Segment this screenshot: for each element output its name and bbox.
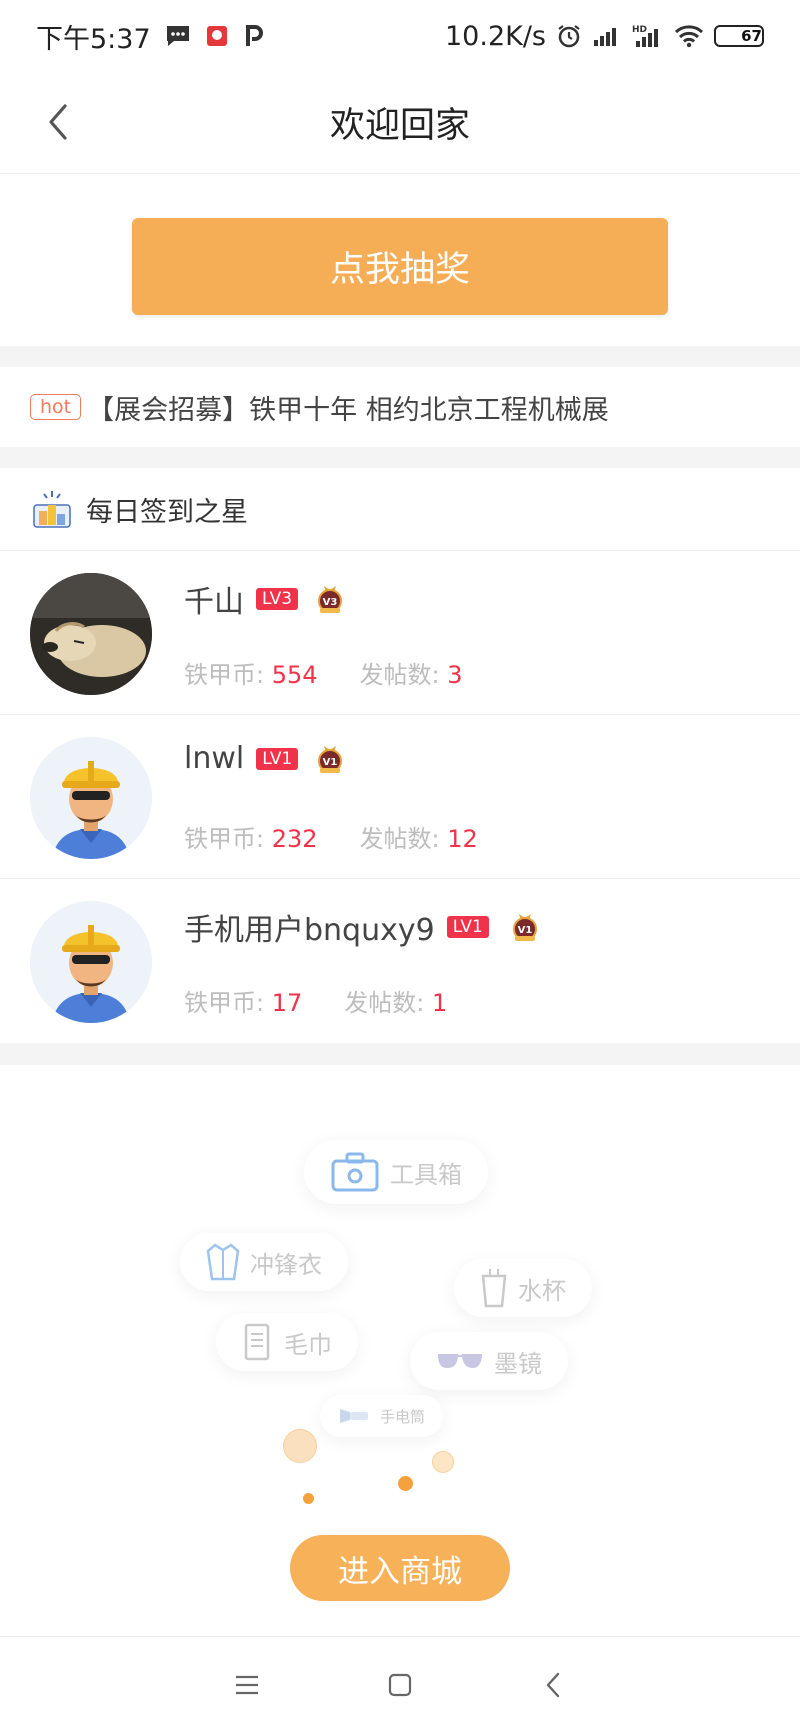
system-nav-bar: [0, 1636, 800, 1733]
vip-medal-icon: V1: [512, 914, 537, 941]
svg-text:HD: HD: [632, 25, 647, 35]
posts-value: 12: [447, 825, 478, 853]
dog-avatar-image: [30, 573, 152, 695]
posts-value: 1: [431, 989, 448, 1017]
net-speed: 10.2K/s: [445, 20, 546, 52]
towel-icon: [244, 1323, 270, 1361]
mall-item-label: 手电筒: [380, 1407, 426, 1426]
posts-value: 3: [447, 661, 463, 689]
home-square-icon: [388, 1673, 412, 1697]
hot-news-item[interactable]: hot 【展会招募】铁甲十年 相约北京工程机械展: [0, 367, 800, 447]
lottery-button[interactable]: 点我抽奖: [132, 218, 668, 315]
user-row[interactable]: 手机用户bnquxy9 LV1 V1 铁甲币: 17 发帖数: 1: [0, 879, 800, 1043]
worker-avatar-image: [30, 737, 152, 859]
avatar: [30, 573, 152, 695]
posts-label: 发帖数:: [344, 989, 432, 1017]
section-divider: [0, 1043, 800, 1065]
avatar: [30, 901, 152, 1023]
mall-item-towel[interactable]: 毛巾: [216, 1313, 358, 1371]
sign-in-star-header: 每日签到之星: [0, 468, 800, 551]
section-divider: [0, 447, 800, 468]
mall-item-flashlight[interactable]: 手电筒: [320, 1395, 444, 1437]
coins-value: 554: [271, 661, 318, 689]
wifi-icon: [674, 24, 704, 48]
user-row[interactable]: 千山 LV3 V3 铁甲币: 554 发帖数: 3: [0, 551, 800, 715]
posts-label: 发帖数:: [359, 825, 448, 853]
alarm-icon: [556, 23, 582, 49]
home-nav-button[interactable]: [378, 1663, 422, 1707]
coins-label: 铁甲币:: [184, 989, 272, 1017]
vip-medal-icon: V3: [318, 586, 343, 613]
coins-stat: 铁甲币: 17: [184, 983, 302, 1018]
mall-item-label: 冲锋衣: [250, 1250, 322, 1279]
app-icon: [205, 24, 229, 48]
coins-label: 铁甲币:: [184, 661, 272, 689]
battery-level: 67: [741, 27, 762, 45]
user-name: 手机用户bnquxy9: [184, 913, 435, 948]
status-bar: 下午5:37 10.2K/s HD 67: [0, 0, 800, 72]
avatar: [30, 737, 152, 859]
decor-dot: [303, 1493, 314, 1504]
user-name: lnwl: [184, 741, 245, 776]
menu-icon: [235, 1675, 258, 1695]
chevron-left-icon: [49, 104, 67, 140]
posts-stat: 发帖数: 1: [344, 983, 447, 1018]
menu-nav-button[interactable]: [225, 1663, 269, 1707]
toolbox-icon: [331, 1152, 379, 1192]
posts-stat: 发帖数: 3: [360, 655, 463, 690]
cup-icon: [481, 1269, 507, 1308]
mall-item-cup[interactable]: 水杯: [454, 1259, 592, 1317]
coins-value: 17: [271, 989, 303, 1017]
level-badge: LV1: [256, 747, 299, 770]
back-button[interactable]: [30, 94, 86, 150]
status-time: 下午5:37: [36, 23, 151, 55]
enter-mall-button[interactable]: 进入商城: [290, 1535, 510, 1601]
medal-label: V1: [517, 925, 532, 936]
posts-label: 发帖数:: [359, 661, 448, 689]
medal-label: V3: [323, 597, 338, 608]
battery-icon: 67: [714, 25, 764, 47]
user-name: 千山: [184, 585, 244, 620]
medal-label: V1: [323, 757, 338, 768]
section-divider: [0, 346, 800, 367]
page-title: 欢迎回家: [329, 106, 470, 146]
user-row[interactable]: lnwl LV1 V1 铁甲币: 232 发帖数: 12: [0, 715, 800, 879]
decor-dot: [398, 1476, 413, 1491]
hot-badge: hot: [30, 394, 82, 420]
level-badge: LV3: [256, 588, 299, 610]
signal-icon: [592, 24, 622, 48]
mall-item-label: 水杯: [518, 1276, 566, 1305]
coins-label: 铁甲币:: [184, 825, 272, 853]
worker-avatar-image: [30, 901, 152, 1023]
posts-stat: 发帖数: 12: [360, 819, 478, 854]
mall-item-label: 工具箱: [390, 1160, 462, 1189]
sunglasses-icon: [438, 1354, 482, 1368]
vip-medal-icon: V1: [318, 745, 343, 773]
hot-news-text: 【展会招募】铁甲十年 相约北京工程机械展: [87, 394, 609, 426]
hd-signal-icon: HD: [632, 23, 664, 49]
sign-in-title: 每日签到之星: [86, 496, 248, 528]
jacket-icon: [206, 1243, 240, 1281]
trophy-podium-icon: [33, 491, 71, 528]
back-nav-button[interactable]: [531, 1663, 575, 1707]
back-chevron-icon: [547, 1672, 560, 1698]
mall-item-sunglasses[interactable]: 墨镜: [410, 1332, 568, 1390]
p-icon: [243, 24, 265, 48]
coins-stat: 铁甲币: 554: [184, 655, 318, 690]
coins-value: 232: [271, 825, 318, 853]
decor-dot: [283, 1429, 317, 1463]
message-icon: [165, 24, 191, 48]
flashlight-icon: [340, 1409, 368, 1423]
mall-item-label: 毛巾: [284, 1330, 332, 1359]
mall-item-toolbox[interactable]: 工具箱: [304, 1140, 488, 1204]
mall-area: 工具箱 冲锋衣 水杯 毛巾 墨镜 手电筒 进入商城: [0, 1065, 800, 1636]
decor-dot: [432, 1451, 454, 1473]
coins-stat: 铁甲币: 232: [184, 819, 318, 854]
level-badge: LV1: [446, 916, 489, 938]
mall-item-jacket[interactable]: 冲锋衣: [180, 1233, 348, 1291]
app-header: 欢迎回家: [0, 72, 800, 174]
lottery-section: 点我抽奖: [0, 174, 800, 346]
mall-item-label: 墨镜: [494, 1349, 542, 1378]
